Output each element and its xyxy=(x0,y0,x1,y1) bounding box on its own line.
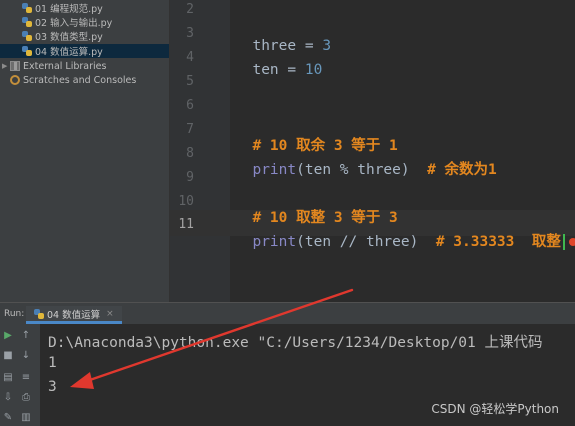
code-builtin: print xyxy=(252,234,297,250)
tree-item-scratches[interactable]: Scratches and Consoles xyxy=(10,73,136,87)
line-number: 5 xyxy=(186,74,194,89)
python-file-icon xyxy=(22,46,32,56)
tree-item-label: 04 数值运算.py xyxy=(35,47,103,58)
line-number: 3 xyxy=(186,26,194,41)
stop-icon[interactable]: ■ xyxy=(2,350,14,362)
console-line: 1 xyxy=(48,355,57,371)
tree-item-label: Scratches and Consoles xyxy=(23,74,137,86)
run-tab[interactable]: 04 数值运算 × xyxy=(26,306,122,324)
line-number: 9 xyxy=(186,170,194,185)
line-number: 2 xyxy=(186,2,194,17)
code-comment: # 3.33333 取整 xyxy=(435,234,561,250)
soft-wrap-icon[interactable]: ≡ xyxy=(20,372,32,384)
scroll-to-end-icon[interactable]: ⇩ xyxy=(2,392,14,404)
expand-arrow-icon[interactable]: ▶ xyxy=(2,62,8,70)
code-identifier: ten xyxy=(252,62,279,78)
tree-item-file-02[interactable]: 02 输入与输出.py xyxy=(22,15,112,29)
python-file-icon xyxy=(22,31,32,41)
run-label: Run: xyxy=(4,309,25,319)
console-line: D:\Anaconda3\python.exe "C:/Users/1234/D… xyxy=(48,335,543,351)
tree-item-label: 02 输入与输出.py xyxy=(35,18,113,29)
tree-item-label: 01 编程规范.py xyxy=(35,4,103,15)
run-toolbar: ▶ ↑ ■ ↓ ▤ ≡ ⇩ ⎙ ✎ ▥ xyxy=(0,324,40,426)
line-number: 4 xyxy=(186,50,194,65)
run-tool-window-header: Run: 04 数值运算 × xyxy=(0,302,575,324)
scratches-icon xyxy=(10,75,20,85)
console-line: 3 xyxy=(48,379,57,395)
tree-item-label: External Libraries xyxy=(23,60,107,72)
python-file-icon xyxy=(34,308,44,319)
code-operator: = xyxy=(278,62,305,78)
rerun-icon[interactable]: ▶ xyxy=(2,330,14,342)
code-args: (ten // three) xyxy=(296,234,436,250)
tree-item-file-03[interactable]: 03 数值类型.py xyxy=(22,29,103,43)
code-args: (ten % three) xyxy=(296,162,428,178)
code-number: 10 xyxy=(304,62,323,78)
text-cursor xyxy=(562,234,565,250)
watermark: CSDN @轻松学Python xyxy=(431,402,559,416)
arrow-up-icon[interactable]: ↑ xyxy=(20,330,32,342)
run-tab-label: 04 数值运算 xyxy=(47,309,101,321)
code-line-8[interactable]: print(ten % three) # 余数为1 xyxy=(235,142,497,179)
trash-icon[interactable]: ▥ xyxy=(20,412,32,424)
line-number: 8 xyxy=(186,146,194,161)
line-number: 7 xyxy=(186,122,194,137)
code-line-4[interactable]: ten = 10 xyxy=(235,46,322,78)
pin-icon[interactable]: ✎ xyxy=(2,412,14,424)
tree-item-file-04[interactable]: 04 数值运算.py xyxy=(0,44,169,58)
tree-item-file-01[interactable]: 01 编程规范.py xyxy=(22,1,103,15)
python-file-icon xyxy=(22,17,32,27)
mouse-pointer-icon xyxy=(568,238,575,246)
code-number: 3 xyxy=(322,38,332,54)
tree-item-label: 03 数值类型.py xyxy=(35,32,103,43)
library-icon xyxy=(10,61,20,71)
code-builtin: print xyxy=(252,162,297,178)
layout-icon[interactable]: ▤ xyxy=(2,372,14,384)
python-file-icon xyxy=(22,3,32,13)
line-number-current: 11 xyxy=(178,217,194,232)
tree-item-external-libraries[interactable]: ▶ External Libraries xyxy=(2,59,106,73)
arrow-down-icon[interactable]: ↓ xyxy=(20,350,32,362)
code-line-11[interactable]: print(ten // three) # 3.33333 取整 xyxy=(235,214,575,251)
line-number: 6 xyxy=(186,98,194,113)
project-tree-panel: 01 编程规范.py 02 输入与输出.py 03 数值类型.py 04 数值运… xyxy=(0,0,170,302)
close-icon[interactable]: × xyxy=(106,309,114,319)
line-number: 10 xyxy=(178,194,194,209)
code-comment: # 余数为1 xyxy=(427,162,497,178)
print-icon[interactable]: ⎙ xyxy=(20,392,32,404)
